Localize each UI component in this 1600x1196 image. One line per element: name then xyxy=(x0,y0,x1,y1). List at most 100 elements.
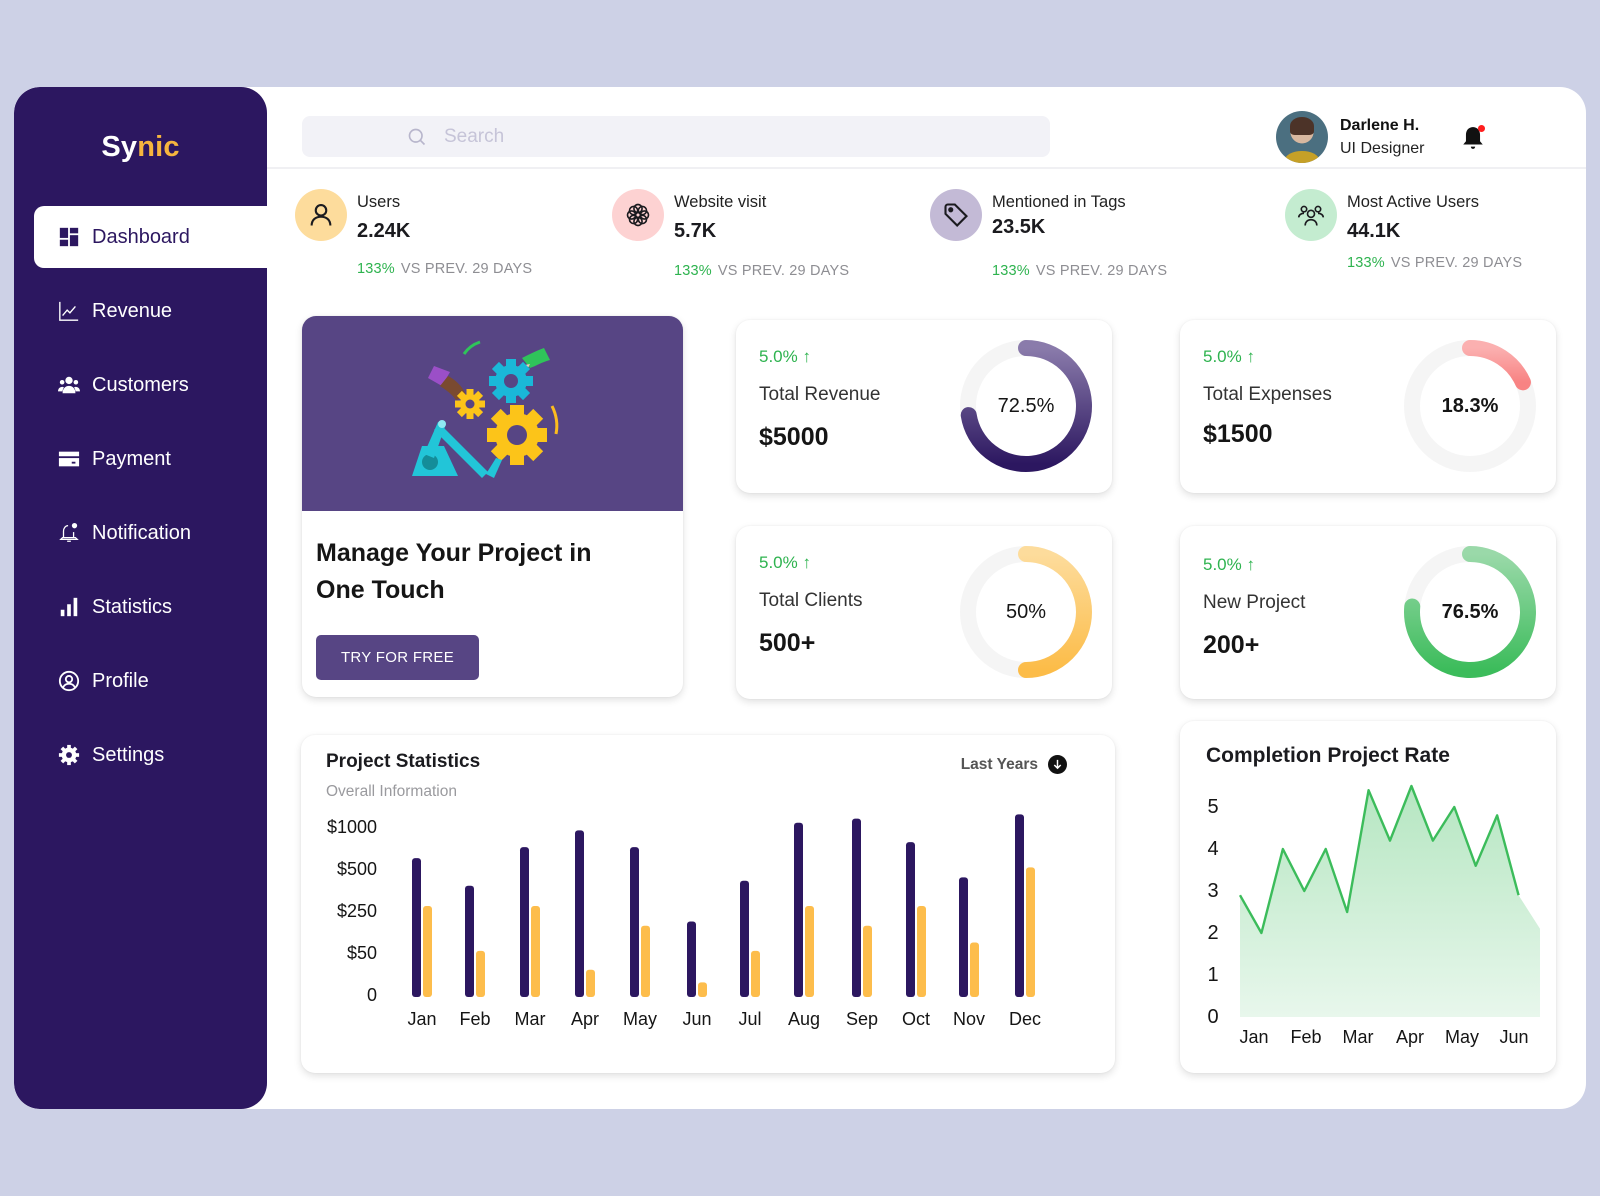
sidebar-item-label: Profile xyxy=(92,669,149,692)
bell-icon xyxy=(56,520,82,546)
sidebar-item-label: Settings xyxy=(92,743,165,766)
bar-series-2 xyxy=(641,925,650,997)
sidebar-item-customers[interactable]: Customers xyxy=(34,354,267,416)
try-for-free-button[interactable]: TRY FOR FREE xyxy=(316,635,479,680)
y-tick-label: 0 xyxy=(1207,1006,1218,1028)
stat-value: 23.5K xyxy=(992,216,1046,238)
x-tick-label: Feb xyxy=(459,1009,490,1029)
y-tick-label: 0 xyxy=(367,985,377,1005)
kpi-label: New Project xyxy=(1203,592,1306,613)
stat-compare: VS PREV. 29 DAYS xyxy=(1035,263,1168,279)
period-dropdown[interactable]: Last Years xyxy=(961,755,1067,774)
stat-change: 133% xyxy=(992,263,1030,279)
bar-series-1 xyxy=(630,847,639,997)
bar-series-1 xyxy=(959,877,968,997)
stat-change: 133% xyxy=(357,261,395,277)
sidebar-nav: Dashboard Revenue Customers Payment Noti… xyxy=(34,206,267,798)
y-tick-label: $250 xyxy=(337,901,377,921)
bar-series-2 xyxy=(698,982,707,997)
bar-series-1 xyxy=(520,847,529,997)
y-tick-label: 1 xyxy=(1207,964,1218,986)
stat-mentioned-in-tags: Mentioned in Tags 23.5K 133% VS PREV. 29 … xyxy=(930,189,1167,279)
search-icon xyxy=(408,128,426,145)
y-tick-label: $50 xyxy=(347,943,377,963)
sidebar-item-dashboard[interactable]: Dashboard xyxy=(34,206,267,268)
x-tick-label: Oct xyxy=(902,1009,930,1029)
search-input[interactable] xyxy=(444,125,1004,148)
stat-value: 2.24K xyxy=(357,220,411,242)
stat-trend: 133% VS PREV. 29 DAYS xyxy=(1347,255,1522,271)
x-tick-label: Mar xyxy=(1343,1027,1374,1047)
x-tick-label: Jun xyxy=(1499,1027,1528,1047)
x-tick-label: Feb xyxy=(1290,1027,1321,1047)
user-profile[interactable]: Darlene H. UI Designer xyxy=(1276,111,1424,163)
bar-chart-icon xyxy=(56,594,82,620)
x-tick-label: Jun xyxy=(682,1009,711,1029)
chart-title: Completion Project Rate xyxy=(1206,744,1450,767)
kpi-label: Total Expenses xyxy=(1203,384,1332,405)
x-tick-label: Aug xyxy=(788,1009,820,1029)
flower-icon xyxy=(612,189,664,241)
y-tick-label: 2 xyxy=(1207,922,1218,944)
y-tick-label: $500 xyxy=(337,859,377,879)
logo[interactable]: Synic xyxy=(14,131,267,164)
kpi-trend: 5.0% ↑ xyxy=(1203,347,1255,366)
search-bar[interactable] xyxy=(302,116,1050,157)
kpi-value: 500+ xyxy=(759,629,816,657)
x-tick-label: Jan xyxy=(1239,1027,1268,1047)
kpi-donut-percent: 76.5% xyxy=(1441,600,1499,623)
avatar[interactable] xyxy=(1276,111,1328,163)
kpi-value: $1500 xyxy=(1203,420,1273,448)
stat-compare: VS PREV. 29 DAYS xyxy=(1390,255,1523,271)
bar-series-1 xyxy=(575,830,584,997)
bar-series-1 xyxy=(687,921,696,997)
stat-value: 44.1K xyxy=(1347,220,1401,242)
stat-change: 133% xyxy=(674,263,712,279)
kpi-value: $5000 xyxy=(759,423,829,451)
notification-button[interactable] xyxy=(1460,125,1486,151)
x-tick-label: May xyxy=(1445,1027,1479,1047)
completion-rate-area-chart: 0 1 2 3 4 5 Jan Feb Mar Apr May Jun xyxy=(1207,784,1540,1047)
bar-series-1 xyxy=(1015,814,1024,997)
bar-series-1 xyxy=(740,880,749,997)
x-tick-label: Sep xyxy=(846,1009,878,1029)
users-icon xyxy=(56,372,82,398)
sidebar-item-statistics[interactable]: Statistics xyxy=(34,576,267,638)
x-tick-label: Mar xyxy=(515,1009,546,1029)
stat-label: Website visit xyxy=(674,193,767,211)
app-window: Synic Dashboard Revenue Customers Paymen… xyxy=(14,87,1586,1109)
group-icon xyxy=(1285,189,1337,241)
gear-icon xyxy=(56,742,82,768)
kpi-value: 200+ xyxy=(1203,631,1260,659)
stat-label: Mentioned in Tags xyxy=(992,193,1126,211)
user-role: UI Designer xyxy=(1340,139,1425,157)
kpi-card-total-expenses: 5.0% ↑ Total Expenses $1500 18.3% xyxy=(1180,320,1556,493)
bar-series-1 xyxy=(852,818,861,997)
sidebar-item-notification[interactable]: Notification xyxy=(34,502,267,564)
y-tick-label: 5 xyxy=(1207,796,1218,818)
bar-series-2 xyxy=(751,950,760,997)
sidebar-item-revenue[interactable]: Revenue xyxy=(34,280,267,342)
arrow-down-icon xyxy=(1048,755,1067,774)
sidebar-item-profile[interactable]: Profile xyxy=(34,650,267,712)
sidebar-item-label: Statistics xyxy=(92,595,173,618)
y-tick-label: 4 xyxy=(1207,838,1218,860)
kpi-donut-percent: 18.3% xyxy=(1441,394,1499,417)
kpi-label: Total Revenue xyxy=(759,384,881,405)
completion-rate-card: 0 1 2 3 4 5 Jan Feb Mar Apr May Jun Completion Proj… xyxy=(1180,721,1556,1073)
bar-series-1 xyxy=(906,842,915,997)
sidebar-item-settings[interactable]: Settings xyxy=(34,724,267,786)
stat-website-visit: Website visit 5.7K 133% VS PREV. 29 DAYS xyxy=(612,189,849,279)
sidebar-item-label: Customers xyxy=(92,373,189,396)
x-tick-label: May xyxy=(623,1009,657,1029)
credit-card-icon xyxy=(56,446,82,472)
sidebar-item-label: Dashboard xyxy=(92,225,190,248)
x-tick-label: Apr xyxy=(571,1009,599,1029)
sidebar-item-payment[interactable]: Payment xyxy=(34,428,267,490)
promo-illustration xyxy=(302,316,683,511)
top-bar: Darlene H. UI Designer xyxy=(267,87,1586,169)
kpi-card-new-project: 5.0% ↑ New Project 200+ 76.5% xyxy=(1180,526,1556,699)
x-tick-label: Nov xyxy=(953,1009,985,1029)
dashboard-icon xyxy=(56,224,82,250)
x-tick-label: Jul xyxy=(738,1009,761,1029)
